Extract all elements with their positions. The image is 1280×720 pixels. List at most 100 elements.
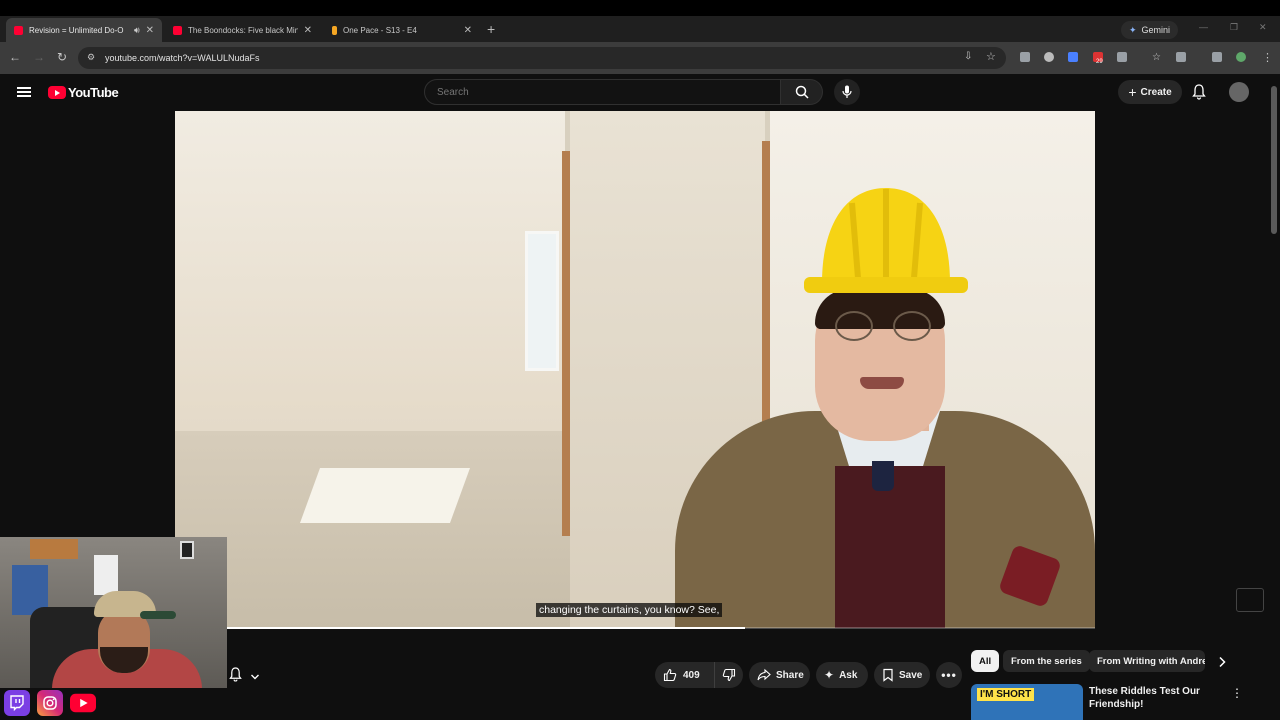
search-icon [795,85,809,99]
forward-icon[interactable]: → [33,50,45,64]
chip-from-writing-with-andrew[interactable]: From Writing with Andrew [1089,650,1205,672]
notifications-button[interactable] [1192,84,1206,105]
like-count: 409 [683,669,700,681]
glasses-icon [835,311,873,341]
webcam-frame [180,541,194,559]
save-button[interactable]: Save [874,662,930,688]
twitch-icon [4,690,30,716]
restore-icon[interactable]: ❐ [1230,22,1238,33]
install-app-icon[interactable]: ⇩ [964,51,972,62]
thumbs-down-icon [722,668,736,682]
close-tab-icon[interactable]: ✕ [304,25,312,36]
close-window-icon[interactable]: ✕ [1259,22,1267,33]
tab-title: One Pace - S13 - E4 [343,25,417,35]
search-input[interactable] [425,80,780,104]
microphone-icon [842,85,852,98]
tab-boondocks[interactable]: The Boondocks: Five black Min ✕ [165,18,320,42]
like-button[interactable]: 409 [655,662,715,688]
create-button[interactable]: + Create [1118,80,1182,104]
chip-from-series[interactable]: From the series [1003,650,1090,672]
chip-all[interactable]: All [971,650,1000,672]
plus-icon: + [1128,84,1137,100]
reload-icon[interactable]: ↻ [57,50,67,64]
share-icon [757,668,771,681]
webcam-sign [30,539,78,559]
video-door-frame [562,151,570,536]
youtube-favicon-icon [14,25,23,35]
more-menu-icon[interactable]: ⋮ [1262,51,1273,64]
back-icon[interactable]: ← [9,50,21,64]
gemini-label: Gemini [1141,25,1171,35]
youtube-favicon-icon [173,25,182,35]
hamburger-menu-icon[interactable] [17,87,31,97]
chevron-right-icon[interactable] [1217,655,1227,673]
presenter-mouth [860,377,904,389]
one-pace-favicon-icon [332,25,337,35]
top-strip [0,0,1280,16]
presenter-tie [872,461,894,491]
video-player[interactable] [175,111,1095,628]
video-caption: changing the curtains, you know? See, [536,603,723,617]
extension-icon[interactable] [1020,52,1030,62]
share-label: Share [776,669,804,681]
gemini-button[interactable]: ✦ Gemini [1121,21,1179,39]
search-box[interactable] [424,79,781,105]
channel-watermark-icon[interactable] [1236,588,1264,612]
bookmark-star-icon[interactable]: ☆ [986,50,996,63]
thumbs-up-icon [663,668,677,682]
profile-icon[interactable] [1236,52,1246,62]
subscription-bell-button[interactable] [229,667,242,687]
bell-icon [229,667,242,682]
youtube-social-icon [70,690,96,716]
instagram-icon [37,690,63,716]
hard-hat-icon [804,188,968,293]
tab-title: Revision = Unlimited Do-O [29,25,124,35]
power-icon[interactable] [1044,52,1054,62]
more-horizontal-icon: ••• [941,668,957,682]
tab-active[interactable]: Revision = Unlimited Do-O 🔊︎ ✕ [6,18,162,42]
page-scrollbar[interactable] [1271,86,1277,234]
voice-search-button[interactable] [834,79,860,105]
media-controls-icon[interactable] [1212,52,1222,62]
share-button[interactable]: Share [749,662,810,688]
speaker-icon[interactable]: 🔊︎ [134,25,140,36]
url-text[interactable]: youtube.com/watch?v=WALULNudaFs [105,53,260,63]
puzzle-icon[interactable] [1117,52,1127,62]
tab-search-icon[interactable] [1176,52,1186,62]
close-tab-icon[interactable]: ✕ [464,25,472,36]
bookmarks-icon[interactable]: ☆ [1152,52,1162,63]
video-window [525,231,559,371]
streamer-cap-brim [140,611,176,619]
recommendation-title[interactable]: These Riddles Test Our Friendship! [1089,685,1219,711]
ask-button[interactable]: ✦ Ask [816,662,868,688]
recommendation-thumbnail[interactable]: I'M SHORT [971,684,1083,720]
webcam-overlay [0,537,227,688]
sparkle-icon: ✦ [824,668,835,682]
ask-label: Ask [839,669,858,681]
youtube-logo-text[interactable]: YouTube [68,85,119,100]
extension-icon[interactable] [1068,52,1078,62]
video-progress-bar[interactable] [175,627,1095,629]
webcam-poster [94,555,118,595]
extension-badge-count: 29 [1096,59,1103,65]
avatar[interactable] [1229,82,1249,102]
bell-icon [1192,84,1206,100]
youtube-logo-icon[interactable] [48,86,66,99]
more-vertical-icon[interactable]: ⋮ [1231,686,1243,700]
search-button[interactable] [781,79,823,105]
dislike-button[interactable] [715,668,743,682]
new-tab-button[interactable]: + [487,21,495,37]
thumbnail-text: I'M SHORT [977,688,1035,701]
site-info-icon[interactable]: ⚙ [87,52,95,63]
video-progress-fill [175,627,746,629]
video-sunlight [299,468,471,523]
like-dislike-group: 409 [655,662,743,688]
save-label: Save [899,669,923,681]
chevron-down-icon[interactable] [250,669,260,687]
tab-title: The Boondocks: Five black Min [188,25,298,35]
more-actions-button[interactable]: ••• [936,662,962,688]
minimize-icon[interactable]: — [1199,22,1208,32]
create-label: Create [1140,86,1172,98]
tab-one-pace[interactable]: One Pace - S13 - E4 ✕ [324,18,480,42]
close-tab-icon[interactable]: ✕ [146,25,154,36]
